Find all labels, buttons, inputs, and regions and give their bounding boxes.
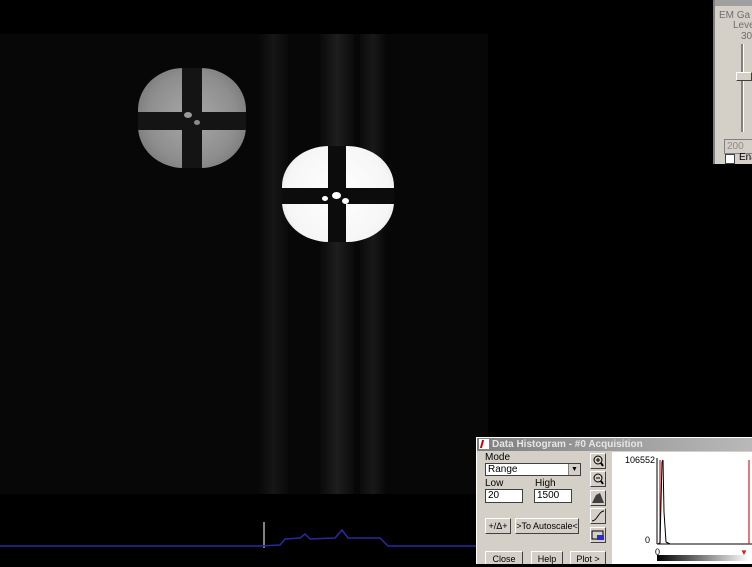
close-button[interactable]: Close <box>485 551 523 564</box>
acquisition-image[interactable] <box>0 34 488 494</box>
histogram-icon <box>592 493 604 503</box>
curve-tool-button[interactable] <box>590 508 606 524</box>
mode-value: Range <box>488 464 518 475</box>
vertical-streak <box>360 34 386 494</box>
plus-minus-button[interactable]: +/Δ+ <box>485 518 511 534</box>
zoom-in-button[interactable] <box>590 453 606 469</box>
low-input[interactable]: 20 <box>485 489 523 503</box>
high-marker-triangle[interactable]: ▼ <box>740 548 748 557</box>
dim-particle <box>138 68 246 168</box>
zoom-in-icon <box>593 455 604 467</box>
em-gain-slider-thumb[interactable] <box>736 72 752 81</box>
em-gain-panel: EM Ga Leve 300 200 Ena <box>713 0 752 164</box>
profile-line <box>0 528 478 547</box>
intensity-profile <box>0 494 478 564</box>
profile-plot <box>0 522 478 548</box>
em-gain-titlebar <box>715 0 752 6</box>
high-label: High <box>535 478 556 489</box>
zoom-out-button[interactable] <box>590 471 606 487</box>
mode-label: Mode <box>485 452 511 463</box>
low-label: Low <box>485 478 504 489</box>
display-tool-button[interactable] <box>590 527 606 543</box>
vertical-streak <box>320 34 354 494</box>
display-icon <box>591 530 604 540</box>
zoom-out-icon <box>593 473 604 485</box>
enable-checkbox[interactable] <box>725 154 735 164</box>
curve-icon <box>591 510 605 522</box>
app-icon <box>479 439 489 449</box>
to-autoscale-button[interactable]: >To Autoscale< <box>515 518 579 534</box>
histogram-window: Data Histogram - #0 Acquisition Mode Ran… <box>476 437 752 564</box>
histogram-graph <box>656 458 752 561</box>
em-gain-slider-track[interactable] <box>741 44 744 132</box>
help-button[interactable]: Help <box>531 551 563 564</box>
plot-button[interactable]: Plot > <box>570 551 606 564</box>
vertical-streak <box>258 34 288 494</box>
high-input[interactable]: 1500 <box>534 489 572 503</box>
em-gain-scale-value: 300 <box>741 31 752 42</box>
histogram-plot[interactable]: 106552 0 0 ▼ <box>612 452 752 564</box>
chevron-down-icon[interactable]: ▼ <box>568 464 580 475</box>
histogram-title: Data Histogram - #0 Acquisition <box>492 439 643 450</box>
grayscale-bar <box>657 555 749 561</box>
mode-select[interactable]: Range ▼ <box>485 463 581 476</box>
histogram-tool-button[interactable] <box>590 490 606 506</box>
em-gain-level-label: Leve <box>733 20 752 31</box>
bright-particle <box>282 146 394 242</box>
enable-label: Ena <box>739 152 752 163</box>
histogram-titlebar[interactable]: Data Histogram - #0 Acquisition <box>477 438 752 451</box>
